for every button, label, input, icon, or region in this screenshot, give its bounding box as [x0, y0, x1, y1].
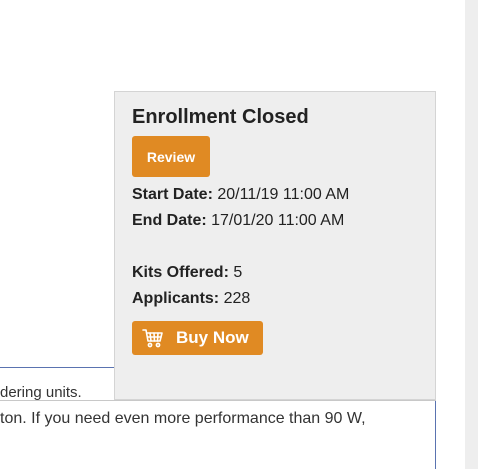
background-text-line: dering units.	[0, 384, 82, 401]
buy-now-label: Buy Now	[176, 328, 249, 347]
enrollment-status-title: Enrollment Closed	[132, 106, 309, 128]
start-date-label: Start Date:	[132, 186, 213, 203]
background-divider	[0, 400, 436, 401]
page-scroll-gutter	[465, 0, 478, 469]
kits-offered-row: Kits Offered: 5	[132, 264, 242, 282]
kits-offered-label: Kits Offered:	[132, 264, 229, 281]
start-date-row: Start Date: 20/11/19 11:00 AM	[132, 186, 349, 204]
start-date-value: 20/11/19 11:00 AM	[217, 186, 350, 203]
end-date-value: 17/01/20 11:00 AM	[211, 212, 345, 229]
applicants-label: Applicants:	[132, 290, 220, 307]
background-text-line: ton. If you need even more performance t…	[0, 410, 366, 427]
end-date-label: End Date:	[132, 212, 207, 229]
applicants-value: 228	[223, 290, 251, 307]
review-button[interactable]: Review	[132, 136, 210, 177]
cart-icon	[142, 328, 164, 348]
applicants-row: Applicants: 228	[132, 290, 250, 308]
buy-now-button[interactable]: Buy Now	[132, 321, 263, 355]
end-date-row: End Date: 17/01/20 11:00 AM	[132, 212, 344, 230]
review-button-label: Review	[146, 148, 196, 165]
kits-offered-value: 5	[233, 264, 243, 281]
enrollment-panel: Enrollment Closed Review Start Date: 20/…	[114, 91, 436, 400]
